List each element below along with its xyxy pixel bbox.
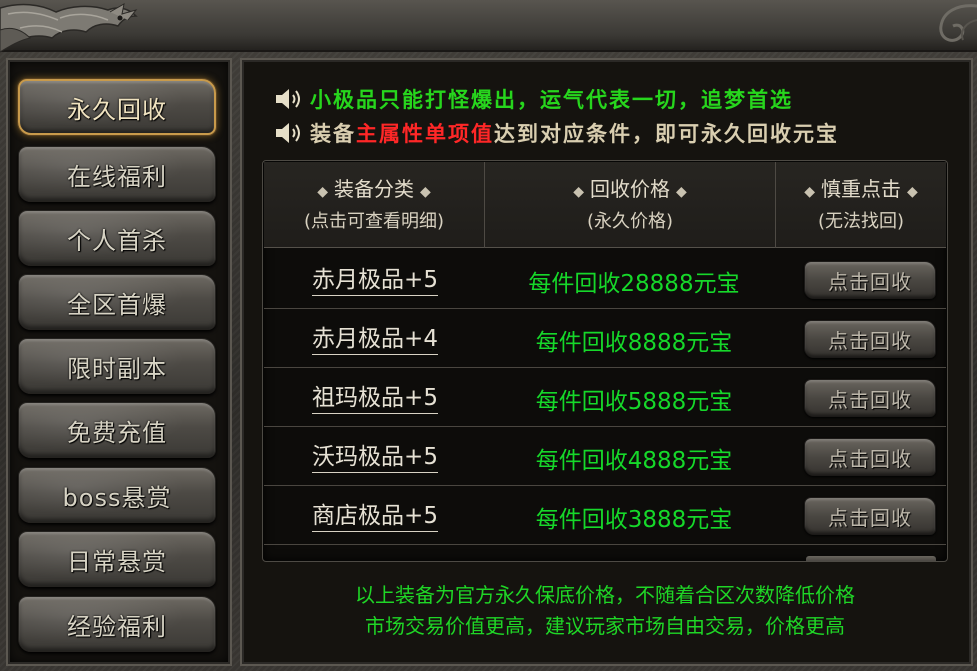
sidebar-item-online-welfare[interactable]: 在线福利 [18, 146, 216, 202]
sidebar-item-server-first-drop[interactable]: 全区首爆 [18, 274, 216, 330]
item-name-link[interactable]: 赤月极品+4 [282, 312, 468, 368]
swirl-ornament-icon [939, 4, 977, 42]
table-row: 祖玛极品+5 每件回收5888元宝 点击回收 [264, 371, 946, 427]
sidebar-item-boss-bounty[interactable]: boss悬赏 [18, 467, 216, 523]
speaker-icon [276, 123, 300, 143]
item-price: 每件回收28888元宝 [528, 271, 740, 297]
table-row: 赤月极品+5 每件回收28888元宝 点击回收 [264, 253, 946, 309]
notice-highlight: 主属性单项值 [356, 121, 494, 146]
notice-line-2-prefix: 装备 [310, 121, 356, 146]
item-price: 每件回收8888元宝 [535, 330, 733, 356]
dragon-ornament-icon [0, 3, 138, 53]
item-price: 每件回收5888元宝 [535, 389, 733, 415]
item-name-link[interactable]: 赤月极品+5 [282, 253, 468, 309]
recycle-button[interactable]: 点击回收 [804, 320, 936, 358]
recycle-button[interactable]: 点击回收 [804, 438, 936, 476]
sidebar-item-permanent-recycle[interactable]: 永久回收 [18, 79, 216, 135]
sidebar-item-exp-welfare[interactable]: 经验福利 [18, 596, 216, 652]
notice-line-1: 小极品只能打怪爆出，运气代表一切，追梦首选 [274, 84, 793, 114]
item-price: 每件回收3888元宝 [535, 507, 733, 533]
sidebar-item-personal-first-kill[interactable]: 个人首杀 [18, 210, 216, 266]
header-careful-click: ◆ 慎重点击 ◆ (无法找回) [804, 176, 918, 232]
speaker-icon [276, 89, 300, 109]
scroll-clipped-button [806, 556, 936, 561]
sidebar-item-limited-dungeon[interactable]: 限时副本 [18, 338, 216, 394]
item-name-link[interactable]: 沃玛极品+5 [282, 430, 468, 486]
footer-line-2: 市场交易价值更高，建议玩家市场自由交易，价格更高 [365, 614, 845, 638]
header-equipment-category[interactable]: ◆ 装备分类 ◆ (点击可查看明细) [264, 162, 485, 248]
item-price: 每件回收4888元宝 [535, 448, 733, 474]
notice-line-2: 装备 主属性单项值 达到对应条件，即可永久回收元宝 [274, 118, 839, 148]
notice-line-1-text: 小极品只能打怪爆出，运气代表一切，追梦首选 [310, 87, 793, 112]
header-recycle-price: ◆ 回收价格 ◆ (永久价格) [485, 162, 776, 248]
item-name-link[interactable]: 祖玛极品+5 [282, 371, 468, 427]
notice-line-2-suffix: 达到对应条件，即可永久回收元宝 [494, 121, 839, 146]
recycle-button[interactable]: 点击回收 [804, 261, 936, 299]
table-row: 沃玛极品+5 每件回收4888元宝 点击回收 [264, 430, 946, 486]
sidebar-item-free-recharge[interactable]: 免费充值 [18, 402, 216, 458]
footer-line-1: 以上装备为官方永久保底价格，不随着合区次数降低价格 [355, 583, 855, 607]
item-name-link[interactable]: 商店极品+5 [282, 489, 468, 545]
footer-note: 以上装备为官方永久保底价格，不随着合区次数降低价格 市场交易价值更高，建议玩家市… [262, 574, 948, 648]
recycle-button[interactable]: 点击回收 [804, 497, 936, 535]
sidebar-item-daily-bounty[interactable]: 日常悬赏 [18, 531, 216, 587]
table-row: 商店极品+5 每件回收3888元宝 点击回收 [264, 489, 946, 545]
table-header-row: ◆ 装备分类 ◆ (点击可查看明细) ◆ 回收价格 ◆ (永久价格) ◆ 慎重点击 ◆ (无… [264, 162, 946, 248]
table-row: 赤月极品+4 每件回收8888元宝 点击回收 [264, 312, 946, 368]
recycle-button[interactable]: 点击回收 [804, 379, 936, 417]
